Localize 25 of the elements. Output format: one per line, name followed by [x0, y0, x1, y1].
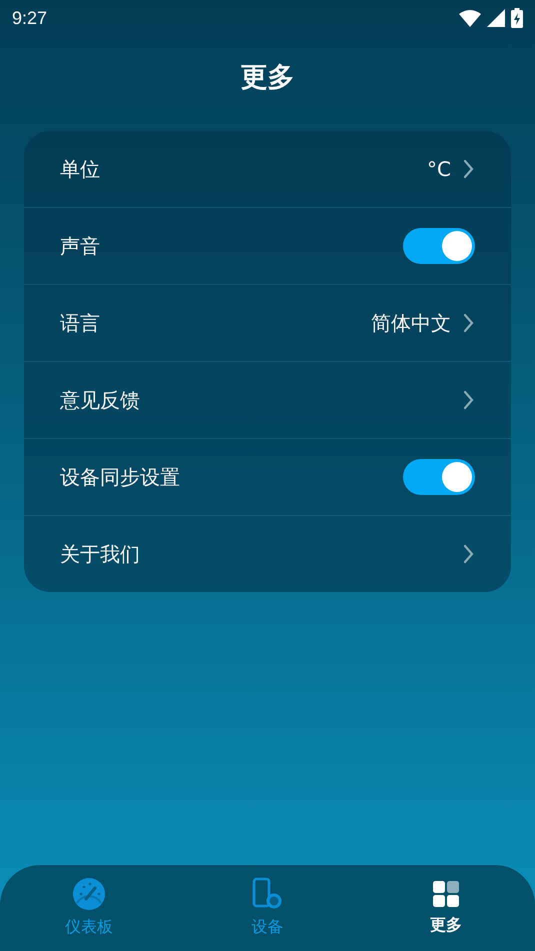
setting-label: 声音 [60, 233, 100, 260]
setting-label: 语言 [60, 310, 100, 337]
setting-value: °C [427, 156, 451, 183]
grid-icon [430, 879, 461, 909]
page-title: 更多 [240, 60, 294, 95]
status-time: 9:27 [12, 6, 48, 30]
battery-icon [511, 8, 523, 28]
chevron-right-icon [463, 313, 475, 333]
chevron-right-icon [463, 544, 475, 564]
nav-tab[interactable]: 仪表板 [0, 865, 178, 951]
signal-icon [487, 9, 505, 27]
chevron-right-icon [463, 159, 475, 179]
nav-tab[interactable]: 更多 [356, 865, 535, 951]
chevron-right-icon [463, 390, 475, 410]
nav-tab[interactable]: 设备 [178, 865, 357, 951]
setting-label: 单位 [60, 156, 100, 183]
setting-label: 意见反馈 [60, 387, 140, 414]
phone-icon [250, 877, 284, 911]
toggle-switch[interactable] [403, 459, 475, 495]
setting-label: 设备同步设置 [60, 464, 180, 491]
toggle-switch[interactable] [403, 228, 475, 264]
setting-label: 关于我们 [60, 541, 140, 568]
wifi-icon [459, 9, 481, 27]
setting-value: 简体中文 [371, 310, 451, 337]
gauge-icon [72, 877, 106, 911]
